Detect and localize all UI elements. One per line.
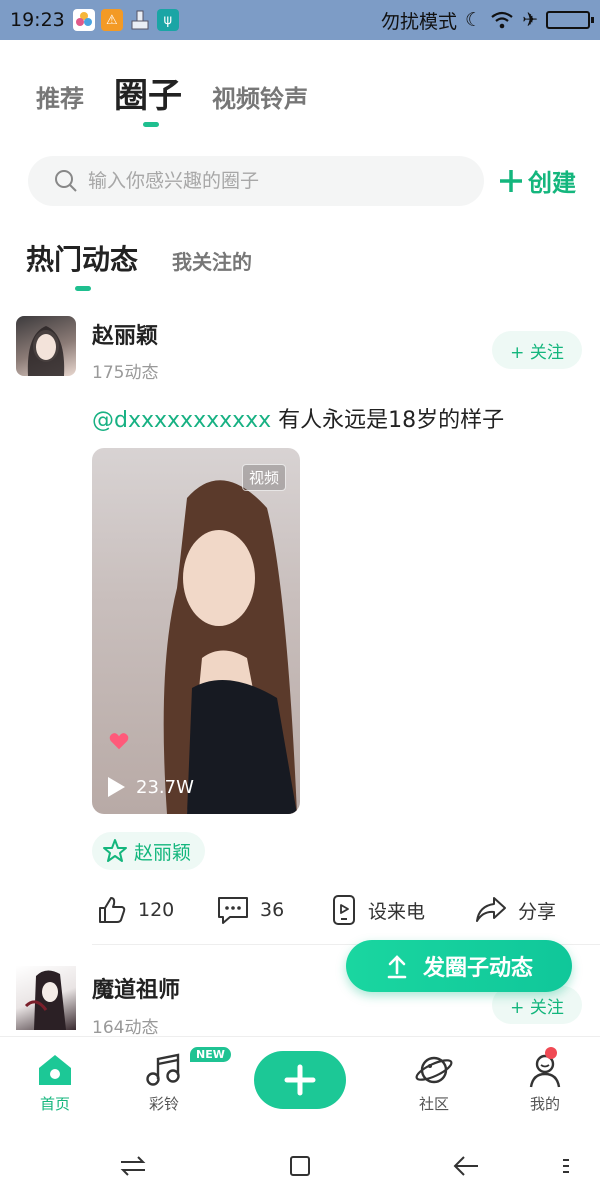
notification-dot [545,1047,557,1059]
menu-button[interactable] [548,1148,584,1184]
nav-mine-label: 我的 [529,1095,560,1113]
cleaner-icon [129,9,151,31]
mention-link[interactable]: @dxxxxxxxxxxx [92,408,271,433]
nav-home[interactable]: 首页 [15,1051,95,1114]
share-button[interactable]: 分享 [474,890,556,930]
follow-button[interactable]: + 关注 [492,331,582,369]
top-tab-indicator [143,122,159,127]
battery-icon [546,11,594,29]
tab-hot-posts[interactable]: 热门动态 [26,238,138,278]
play-icon [108,777,125,797]
like-button[interactable]: 120 [96,890,174,930]
comment-button[interactable]: 36 [216,890,284,930]
home-icon [39,1055,71,1085]
back-icon [453,1156,478,1176]
sub-tabs: 热门动态 我关注的 [26,238,252,278]
bottom-nav: 首页 彩铃 NEW 社区 我的 [0,1036,600,1132]
photos-app-icon [72,9,95,31]
tab-following[interactable]: 我关注的 [172,246,252,275]
back-button[interactable] [448,1148,484,1184]
phone-ringtone-icon [333,895,355,925]
heart-icon [109,733,129,750]
like-count: 120 [138,899,175,921]
create-circle-button[interactable]: 创建 [498,163,576,198]
thumbs-up-icon [99,897,126,923]
moon-icon: ☾ [465,9,483,31]
plus-icon [500,169,522,192]
sub-tab-indicator [75,286,91,291]
nav-community-label: 社区 [418,1095,449,1113]
publish-post-button[interactable]: 发圈子动态 [346,940,572,992]
author-post-count: 175动态 [92,363,159,383]
nav-home-label: 首页 [39,1095,70,1113]
switch-apps-button[interactable] [115,1148,151,1184]
play-count: 23.7W [106,776,194,798]
search-icon [55,170,77,192]
set-ringtone-button[interactable]: 设来电 [330,890,425,930]
new-badge: NEW [190,1047,231,1062]
wifi-icon [491,11,513,29]
topic-chip[interactable]: 赵丽颖 [92,832,206,870]
status-bar: 19:23 ⚠ ψ 勿扰模式 ☾ ✈ [0,0,600,40]
comment-icon [218,897,248,924]
status-time: 19:23 [10,9,65,31]
author-name[interactable]: 赵丽颖 [92,318,158,350]
play-count-value: 23.7W [136,776,194,798]
nav-mine[interactable]: 我的 [505,1051,585,1114]
square-icon [290,1156,310,1176]
topic-label: 赵丽颖 [134,841,192,864]
user-icon [529,1054,561,1088]
switch-icon [120,1156,146,1176]
upload-icon [387,955,407,979]
publish-post-label: 发圈子动态 [422,956,533,981]
avatar[interactable] [16,316,76,376]
home-button[interactable] [282,1148,318,1184]
plus-icon [284,1064,316,1096]
author-post-count: 164动态 [92,1018,159,1038]
share-icon [476,897,506,922]
post-text: @dxxxxxxxxxxx 有人永远是18岁的样子 [92,402,504,434]
more-icon [563,1159,569,1173]
tab-recommend[interactable]: 推荐 [36,79,84,114]
set-ringtone-label: 设来电 [368,900,426,923]
nav-community[interactable]: 社区 [394,1051,474,1114]
video-person-image [163,480,297,814]
nav-ringtone-label: 彩铃 [148,1095,179,1113]
share-label: 分享 [518,900,557,923]
planet-icon [415,1056,453,1084]
post-caption: 有人永远是18岁的样子 [271,408,505,433]
tab-video-ringtones[interactable]: 视频铃声 [212,79,308,114]
music-note-icon [146,1053,180,1086]
dnd-mode-label: 勿扰模式 [381,10,458,33]
airplane-icon: ✈ [522,9,538,31]
star-icon [103,839,127,862]
tab-circles[interactable]: 圈子 [114,68,182,117]
search-bar[interactable] [28,156,484,206]
usb-icon: ψ [156,9,179,31]
video-thumbnail[interactable]: 视频 23.7W [92,448,300,814]
warning-icon: ⚠ [100,9,123,31]
post-actions: 120 36 设来电 分享 [96,890,566,930]
comment-count: 36 [260,899,285,921]
center-add-button[interactable] [254,1051,346,1109]
top-tabs: 推荐 圈子 视频铃声 [36,68,308,117]
search-input[interactable] [88,170,448,192]
system-nav-bar [0,1132,600,1200]
avatar[interactable] [16,966,76,1030]
author-name[interactable]: 魔道祖师 [92,972,180,1004]
video-badge: 视频 [241,464,286,491]
create-label: 创建 [528,169,576,197]
